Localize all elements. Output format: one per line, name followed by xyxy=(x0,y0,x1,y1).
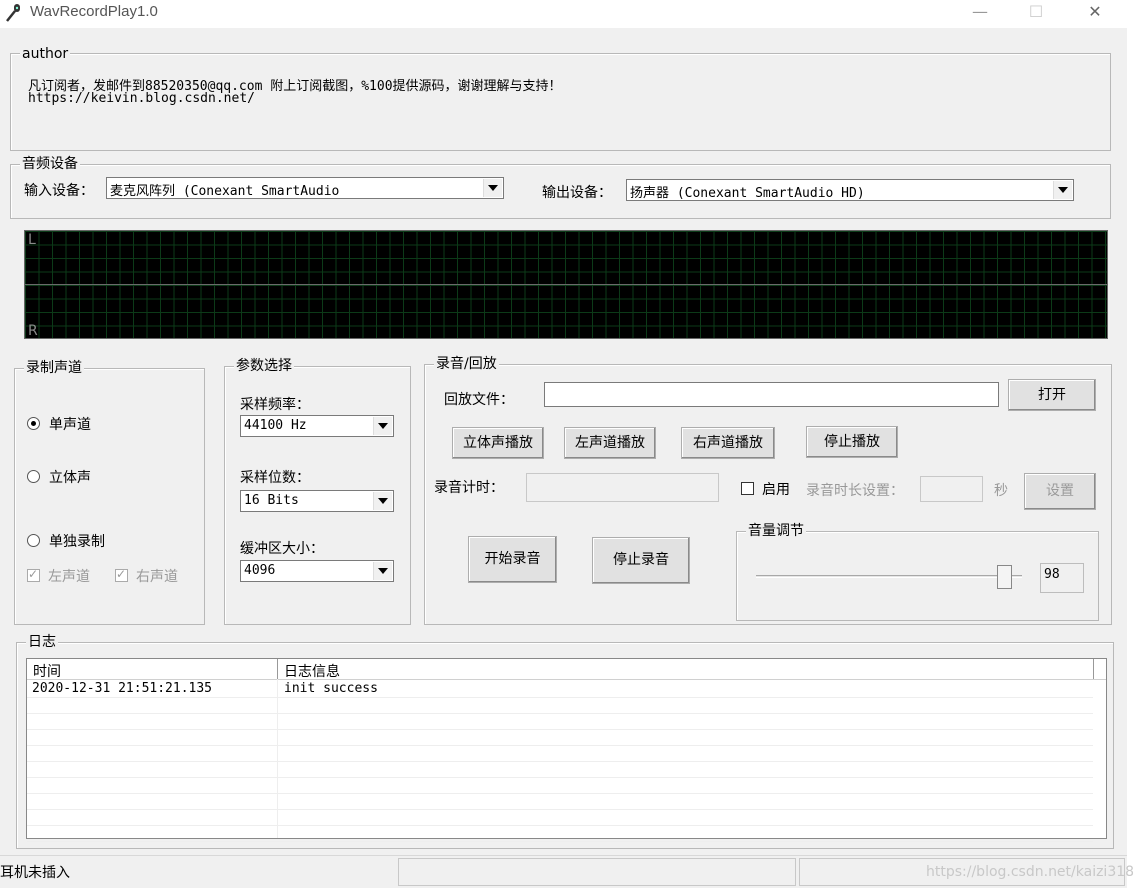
volume-value-field[interactable]: 98 xyxy=(1040,563,1084,593)
app-icon xyxy=(4,3,24,23)
record-timer-field xyxy=(526,473,719,502)
volume-slider-thumb[interactable] xyxy=(997,565,1013,589)
single-record-label[interactable]: 单独录制 xyxy=(49,531,105,551)
left-channel-label: L xyxy=(28,232,36,248)
chevron-down-icon[interactable] xyxy=(483,179,502,197)
table-row[interactable] xyxy=(27,793,1093,810)
minimize-button[interactable]: — xyxy=(957,0,1003,26)
right-channel-checkbox-label: 右声道 xyxy=(136,569,178,585)
open-file-button[interactable]: 打开 xyxy=(1008,379,1096,411)
play-right-button[interactable]: 右声道播放 xyxy=(681,427,775,459)
input-device-value: 麦克风阵列 (Conexant SmartAudio xyxy=(110,184,340,199)
status-text: 耳机未插入 xyxy=(0,865,70,881)
channel-legend: 录制声道 xyxy=(24,360,84,376)
waveform-display: L R xyxy=(24,230,1108,339)
table-row[interactable] xyxy=(27,713,1093,730)
column-grid-line xyxy=(277,679,278,838)
log-table-header: 时间 日志信息 xyxy=(27,659,1106,680)
chevron-down-icon[interactable] xyxy=(1053,181,1072,199)
volume-slider-track[interactable] xyxy=(756,575,1022,578)
chevron-down-icon[interactable] xyxy=(373,417,392,435)
single-record-radio[interactable] xyxy=(27,534,40,547)
record-playback-legend: 录音/回放 xyxy=(434,356,499,372)
channel-group xyxy=(14,368,205,625)
maximize-button[interactable]: ☐ xyxy=(1013,0,1059,26)
enable-duration-label[interactable]: 启用 xyxy=(762,479,790,499)
log-table[interactable]: 时间 日志信息 2020-12-31 21:51:21.135 init succ… xyxy=(26,658,1107,842)
watermark-text: https://blog.csdn.net/kaizi318 xyxy=(926,864,1135,880)
stop-record-button[interactable]: 停止录音 xyxy=(592,537,690,584)
stop-play-button[interactable]: 停止播放 xyxy=(806,426,898,458)
sample-bits-label: 采样位数： xyxy=(240,470,310,486)
playback-file-input[interactable] xyxy=(544,382,999,407)
set-duration-button[interactable]: 设置 xyxy=(1024,473,1096,510)
table-row[interactable] xyxy=(27,745,1093,762)
play-left-button[interactable]: 左声道播放 xyxy=(564,427,656,459)
sample-rate-label: 采样频率： xyxy=(240,397,310,413)
sample-bits-value: 16 Bits xyxy=(244,493,299,508)
table-row[interactable]: 2020-12-31 21:51:21.135 init success xyxy=(27,681,1093,698)
column-header-time[interactable]: 时间 xyxy=(33,661,61,681)
column-divider[interactable] xyxy=(1093,659,1094,679)
duration-input[interactable] xyxy=(920,476,983,502)
title-bar[interactable]: WavRecordPlay1.0 — ☐ ✕ xyxy=(0,0,1127,28)
enable-duration-checkbox[interactable] xyxy=(741,482,754,495)
table-row[interactable] xyxy=(27,729,1093,746)
table-row[interactable] xyxy=(27,809,1093,826)
duration-setting-label: 录音时长设置： xyxy=(806,483,904,499)
audio-device-legend: 音频设备 xyxy=(20,156,80,172)
log-message-cell: init success xyxy=(284,681,378,696)
input-device-label: 输入设备： xyxy=(24,183,94,199)
left-channel-checkbox[interactable] xyxy=(27,567,40,582)
stereo-radio[interactable] xyxy=(27,470,40,483)
mono-label[interactable]: 单声道 xyxy=(49,414,91,434)
table-row[interactable] xyxy=(27,777,1093,794)
params-legend: 参数选择 xyxy=(234,358,294,374)
start-record-button[interactable]: 开始录音 xyxy=(468,536,557,583)
chevron-down-icon[interactable] xyxy=(373,492,392,510)
column-divider[interactable] xyxy=(277,659,278,679)
table-row[interactable] xyxy=(27,825,1093,842)
log-time-cell: 2020-12-31 21:51:21.135 xyxy=(32,681,213,696)
status-bar: 耳机未插入 https://blog.csdn.net/kaizi318 xyxy=(0,855,1134,888)
table-row[interactable] xyxy=(27,761,1093,778)
buffer-size-label: 缓冲区大小： xyxy=(240,541,324,557)
chevron-down-icon[interactable] xyxy=(373,562,392,580)
volume-legend: 音量调节 xyxy=(746,523,806,539)
waveform-center-line xyxy=(25,284,1107,285)
output-device-value: 扬声器 (Conexant SmartAudio HD) xyxy=(630,186,865,201)
playback-file-label: 回放文件： xyxy=(444,392,514,408)
stereo-label[interactable]: 立体声 xyxy=(49,467,91,487)
input-device-select[interactable]: 麦克风阵列 (Conexant SmartAudio xyxy=(106,177,504,199)
status-pane-2 xyxy=(398,858,796,886)
mono-radio[interactable] xyxy=(27,417,40,430)
log-legend: 日志 xyxy=(26,634,58,650)
sample-rate-value: 44100 Hz xyxy=(244,418,307,433)
right-channel-label: R xyxy=(28,323,38,339)
window-title: WavRecordPlay1.0 xyxy=(30,3,158,20)
buffer-size-value: 4096 xyxy=(244,563,276,578)
volume-value: 98 xyxy=(1044,567,1060,582)
column-header-message[interactable]: 日志信息 xyxy=(284,661,340,681)
table-row[interactable] xyxy=(27,697,1093,714)
sample-rate-select[interactable]: 44100 Hz xyxy=(240,415,394,437)
close-button[interactable]: ✕ xyxy=(1072,0,1118,26)
buffer-size-select[interactable]: 4096 xyxy=(240,560,394,582)
output-device-label: 输出设备： xyxy=(542,185,612,201)
author-legend: author xyxy=(20,46,71,62)
right-channel-checkbox[interactable] xyxy=(115,567,128,582)
record-timer-label: 录音计时： xyxy=(434,480,504,496)
duration-unit-label: 秒 xyxy=(994,483,1008,499)
play-stereo-button[interactable]: 立体声播放 xyxy=(452,427,544,459)
output-device-select[interactable]: 扬声器 (Conexant SmartAudio HD) xyxy=(626,179,1074,201)
author-line-2: https://keivin.blog.csdn.net/ xyxy=(28,91,255,106)
left-channel-checkbox-label: 左声道 xyxy=(48,569,90,585)
sample-bits-select[interactable]: 16 Bits xyxy=(240,490,394,512)
